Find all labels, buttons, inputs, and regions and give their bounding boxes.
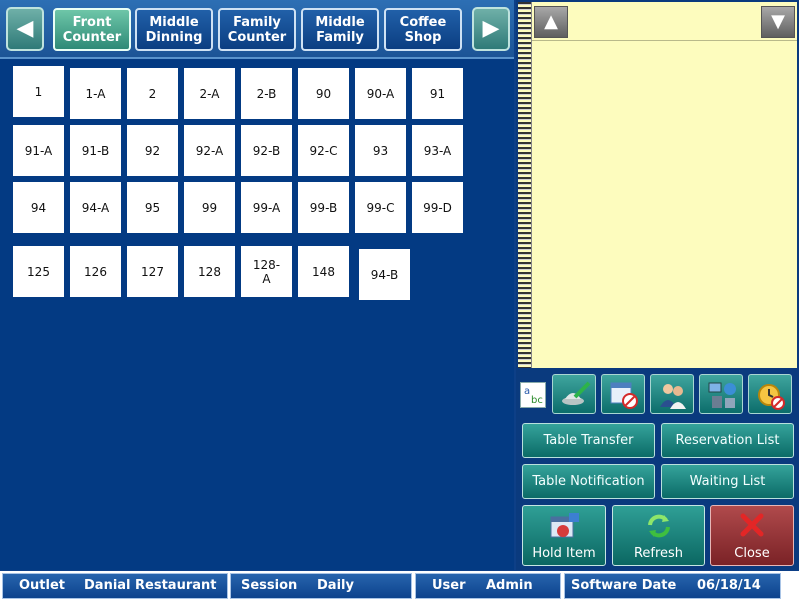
icon-toolbar: a bc <box>516 374 799 416</box>
table-button[interactable]: 94 <box>13 182 64 233</box>
notepad-scroll-up-button[interactable]: ▲ <box>534 6 568 38</box>
table-button[interactable]: 128 <box>184 246 235 297</box>
table-button[interactable]: 91-B <box>70 125 121 176</box>
software-date-value: 06/18/14 <box>697 578 761 593</box>
session-value: Daily <box>317 578 354 593</box>
table-button[interactable]: 92-C <box>298 125 349 176</box>
refresh-button[interactable]: Refresh <box>612 505 705 566</box>
user-status: User Admin <box>415 573 561 599</box>
customer-button[interactable] <box>650 374 694 414</box>
notepad-scroll-down-button[interactable]: ▼ <box>761 6 795 38</box>
session-status: Session Daily <box>230 573 412 599</box>
reservation-list-button[interactable]: Reservation List <box>661 423 794 458</box>
table-button[interactable]: 92 <box>127 125 178 176</box>
session-label: Session <box>241 578 298 593</box>
table-button[interactable]: 92-A <box>184 125 235 176</box>
spiral-binding <box>518 2 532 368</box>
table-button[interactable]: 99-A <box>241 182 292 233</box>
refresh-icon <box>647 514 670 538</box>
outlet-label: Outlet <box>19 578 66 593</box>
up-arrow-icon: ▲ <box>544 11 558 32</box>
table-notification-button[interactable]: Table Notification <box>522 464 655 499</box>
table-button[interactable]: 90 <box>298 68 349 119</box>
svg-text:a: a <box>524 386 530 397</box>
table-button[interactable]: 2-B <box>241 68 292 119</box>
table-button[interactable]: 2-A <box>184 68 235 119</box>
hold-item-button[interactable]: Hold Item <box>522 505 606 566</box>
outlet-status: Outlet Danial Restaurant <box>2 573 228 599</box>
left-arrow-icon: ◀ <box>16 16 34 41</box>
spell-check-button[interactable]: a bc <box>520 382 546 408</box>
network-button[interactable] <box>699 374 743 414</box>
table-transfer-button[interactable]: Table Transfer <box>522 423 655 458</box>
table-button[interactable]: 2 <box>127 68 178 119</box>
table-button[interactable]: 148 <box>298 246 349 297</box>
user-value: Admin <box>486 578 533 593</box>
tab-middle-family[interactable]: Middle Family <box>301 8 379 51</box>
table-button[interactable]: 91 <box>412 68 463 119</box>
table-button[interactable]: 99-B <box>298 182 349 233</box>
hold-item-icon <box>550 513 579 538</box>
table-button[interactable]: 90-A <box>355 68 406 119</box>
alarm-clock-icon <box>758 384 785 410</box>
table-button[interactable]: 93-A <box>412 125 463 176</box>
notepad[interactable]: ▲ ▼ <box>518 2 797 368</box>
close-icon <box>740 513 764 537</box>
software-date-label: Software Date <box>571 578 677 593</box>
next-area-button[interactable]: ▶ <box>472 7 510 51</box>
table-layout-panel: ◀ Front Counter Middle Dinning Family Co… <box>0 0 514 570</box>
alarm-clock-button[interactable] <box>748 374 792 414</box>
notepad-header: ▲ ▼ <box>532 2 797 41</box>
serve-dish-icon <box>562 381 591 405</box>
cancel-schedule-button[interactable] <box>601 374 645 414</box>
area-tab-strip: ◀ Front Counter Middle Dinning Family Co… <box>0 0 514 59</box>
table-button[interactable]: 99-D <box>412 182 463 233</box>
table-grid: 1 1-A 2 2-A 2-B 90 90-A 91 91-A 91-B 92 … <box>0 59 514 570</box>
table-button[interactable]: 128- A <box>241 246 292 297</box>
table-button[interactable]: 99-C <box>355 182 406 233</box>
close-label: Close <box>734 546 770 561</box>
tab-middle-dinning[interactable]: Middle Dinning <box>135 8 213 51</box>
refresh-label: Refresh <box>633 546 684 561</box>
table-button[interactable]: 94-B <box>359 249 410 300</box>
svg-text:bc: bc <box>531 395 543 406</box>
table-button[interactable]: 1 <box>13 66 64 117</box>
table-button[interactable]: 99 <box>184 182 235 233</box>
table-button[interactable]: 126 <box>70 246 121 297</box>
software-date-status: Software Date 06/18/14 <box>564 573 781 599</box>
tab-family-counter[interactable]: Family Counter <box>218 8 296 51</box>
table-button[interactable]: 125 <box>13 246 64 297</box>
status-bar: Outlet Danial Restaurant Session Daily U… <box>0 571 799 601</box>
serve-dish-button[interactable] <box>552 374 596 414</box>
spell-check-icon: a bc <box>524 386 543 406</box>
cancel-schedule-icon <box>610 382 638 409</box>
table-button[interactable]: 127 <box>127 246 178 297</box>
tab-coffee-shop[interactable]: Coffee Shop <box>384 8 462 51</box>
waiting-list-button[interactable]: Waiting List <box>661 464 794 499</box>
table-button[interactable]: 91-A <box>13 125 64 176</box>
control-panel: ▲ ▼ a bc Table Transfer Reservation List… <box>516 0 799 570</box>
user-label: User <box>432 578 466 593</box>
table-button[interactable]: 94-A <box>70 182 121 233</box>
network-icon <box>708 382 736 408</box>
table-button[interactable]: 93 <box>355 125 406 176</box>
prev-area-button[interactable]: ◀ <box>6 7 44 51</box>
hold-item-label: Hold Item <box>532 546 596 561</box>
down-arrow-icon: ▼ <box>771 11 785 32</box>
right-arrow-icon: ▶ <box>482 16 500 41</box>
table-button[interactable]: 92-B <box>241 125 292 176</box>
outlet-value: Danial Restaurant <box>84 578 217 593</box>
table-button[interactable]: 95 <box>127 182 178 233</box>
tab-front-counter[interactable]: Front Counter <box>53 8 131 51</box>
table-button[interactable]: 1-A <box>70 68 121 119</box>
customer-icon <box>660 384 686 409</box>
close-button[interactable]: Close <box>710 505 794 566</box>
